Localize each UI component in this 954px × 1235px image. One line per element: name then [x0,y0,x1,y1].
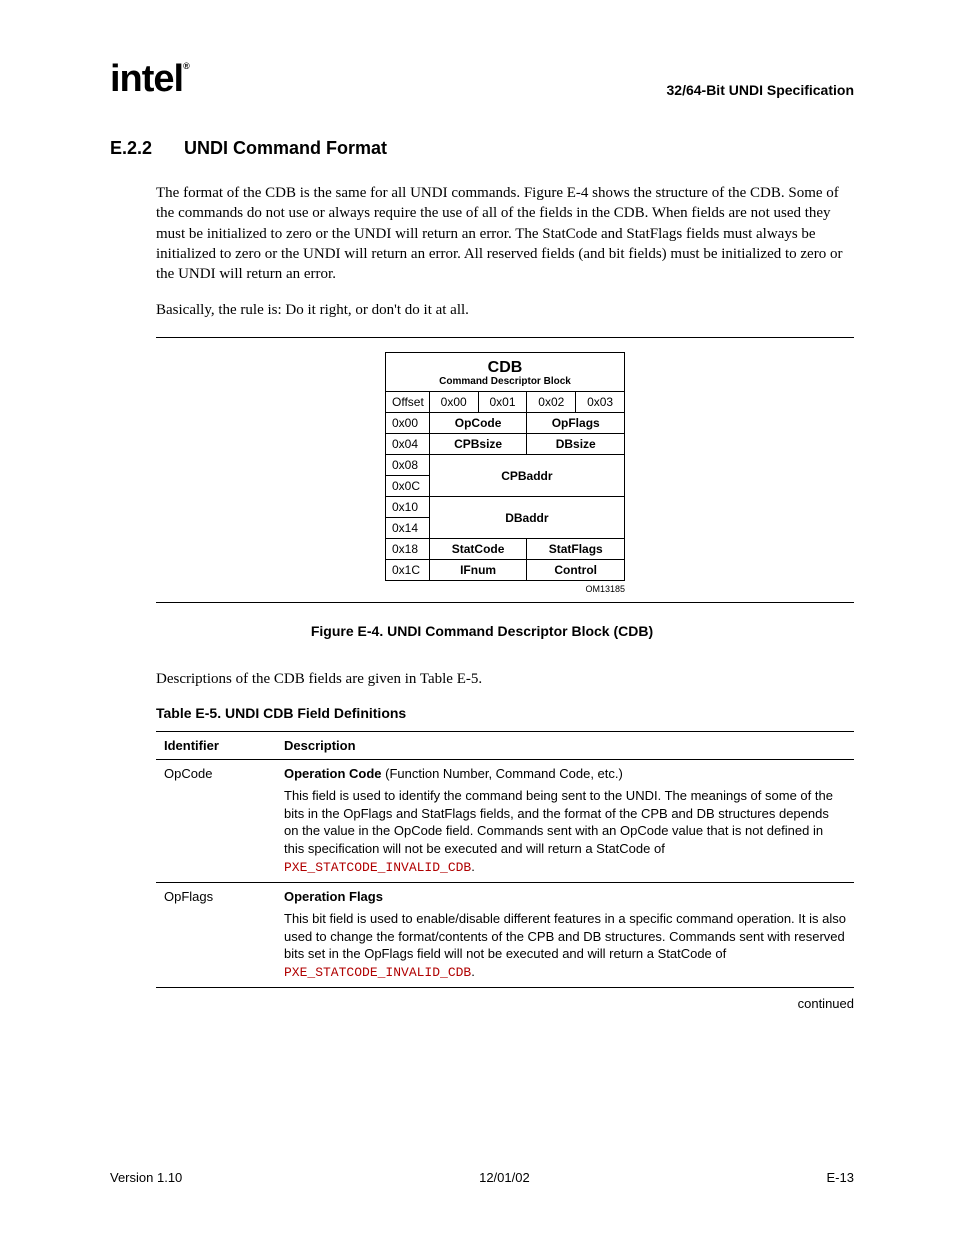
opcode-title-rest: (Function Number, Command Code, etc.) [382,766,623,781]
cdb-subtitle: Command Descriptor Block [386,376,624,387]
opcode-const: PXE_STATCODE_INVALID_CDB [284,860,471,875]
registered-mark: ® [183,61,189,71]
row-0x08-off: 0x08 [386,455,430,476]
row-0x18-off: 0x18 [386,539,430,560]
spec-title: 32/64-Bit UNDI Specification [667,82,855,98]
th-identifier: Identifier [156,732,276,760]
opflags-body-post: . [471,964,475,979]
table-row: OpFlags Operation Flags This bit field i… [156,883,854,988]
opflags-title: Operation Flags [284,889,383,904]
paragraph-1: The format of the CDB is the same for al… [156,183,854,284]
col-0x00: 0x00 [429,392,478,413]
footer-version: Version 1.10 [110,1170,182,1185]
cell-cpbaddr: CPBaddr [429,455,624,497]
om-label: OM13185 [385,584,625,594]
td-opcode-desc: Operation Code (Function Number, Command… [276,760,854,883]
defs-table: Identifier Description OpCode Operation … [156,731,854,988]
intel-logo: intel® [110,60,189,98]
cell-dbaddr: DBaddr [429,497,624,539]
continued-label: continued [110,996,854,1011]
opcode-body-pre: This field is used to identify the comma… [284,788,833,856]
figure-caption: Figure E-4. UNDI Command Descriptor Bloc… [110,623,854,639]
table-row: OpCode Operation Code (Function Number, … [156,760,854,883]
footer-date: 12/01/02 [479,1170,530,1185]
th-description: Description [276,732,854,760]
cdb-title: CDB [386,359,624,377]
row-0x1c-off: 0x1C [386,560,430,581]
page-footer: Version 1.10 12/01/02 E-13 [110,1170,854,1185]
cdb-table: CDB Command Descriptor Block Offset 0x00… [385,352,625,582]
col-offset: Offset [386,392,430,413]
section-number: E.2.2 [110,138,152,159]
section-heading: E.2.2 UNDI Command Format [110,138,854,159]
row-0x04-off: 0x04 [386,434,430,455]
opflags-body-pre: This bit field is used to enable/disable… [284,911,846,961]
opcode-body-post: . [471,859,475,874]
cell-statflags: StatFlags [527,539,625,560]
logo-text: intel [110,58,183,100]
row-0x10-off: 0x10 [386,497,430,518]
col-0x02: 0x02 [527,392,576,413]
col-0x03: 0x03 [576,392,625,413]
td-opcode-id: OpCode [156,760,276,883]
cell-cpbsize: CPBsize [429,434,527,455]
opcode-body: This field is used to identify the comma… [284,787,846,876]
cell-control: Control [527,560,625,581]
col-0x01: 0x01 [478,392,527,413]
cell-opflags: OpFlags [527,413,625,434]
figure-e4: CDB Command Descriptor Block Offset 0x00… [156,337,854,604]
row-0x0c-off: 0x0C [386,476,430,497]
cdb-title-cell: CDB Command Descriptor Block [386,352,625,392]
paragraph-3: Descriptions of the CDB fields are given… [156,669,854,689]
cell-statcode: StatCode [429,539,527,560]
footer-page: E-13 [827,1170,854,1185]
cdb-diagram: CDB Command Descriptor Block Offset 0x00… [385,352,625,595]
row-0x00-off: 0x00 [386,413,430,434]
opcode-title-bold: Operation Code [284,766,382,781]
opflags-body: This bit field is used to enable/disable… [284,910,846,981]
paragraph-2: Basically, the rule is: Do it right, or … [156,300,854,320]
page-header: intel® 32/64-Bit UNDI Specification [110,60,854,98]
td-opflags-id: OpFlags [156,883,276,988]
section-title: UNDI Command Format [184,138,387,159]
cell-ifnum: IFnum [429,560,527,581]
cell-opcode: OpCode [429,413,527,434]
row-0x14-off: 0x14 [386,518,430,539]
opflags-const: PXE_STATCODE_INVALID_CDB [284,965,471,980]
table-caption: Table E-5. UNDI CDB Field Definitions [156,705,854,721]
cell-dbsize: DBsize [527,434,625,455]
td-opflags-desc: Operation Flags This bit field is used t… [276,883,854,988]
